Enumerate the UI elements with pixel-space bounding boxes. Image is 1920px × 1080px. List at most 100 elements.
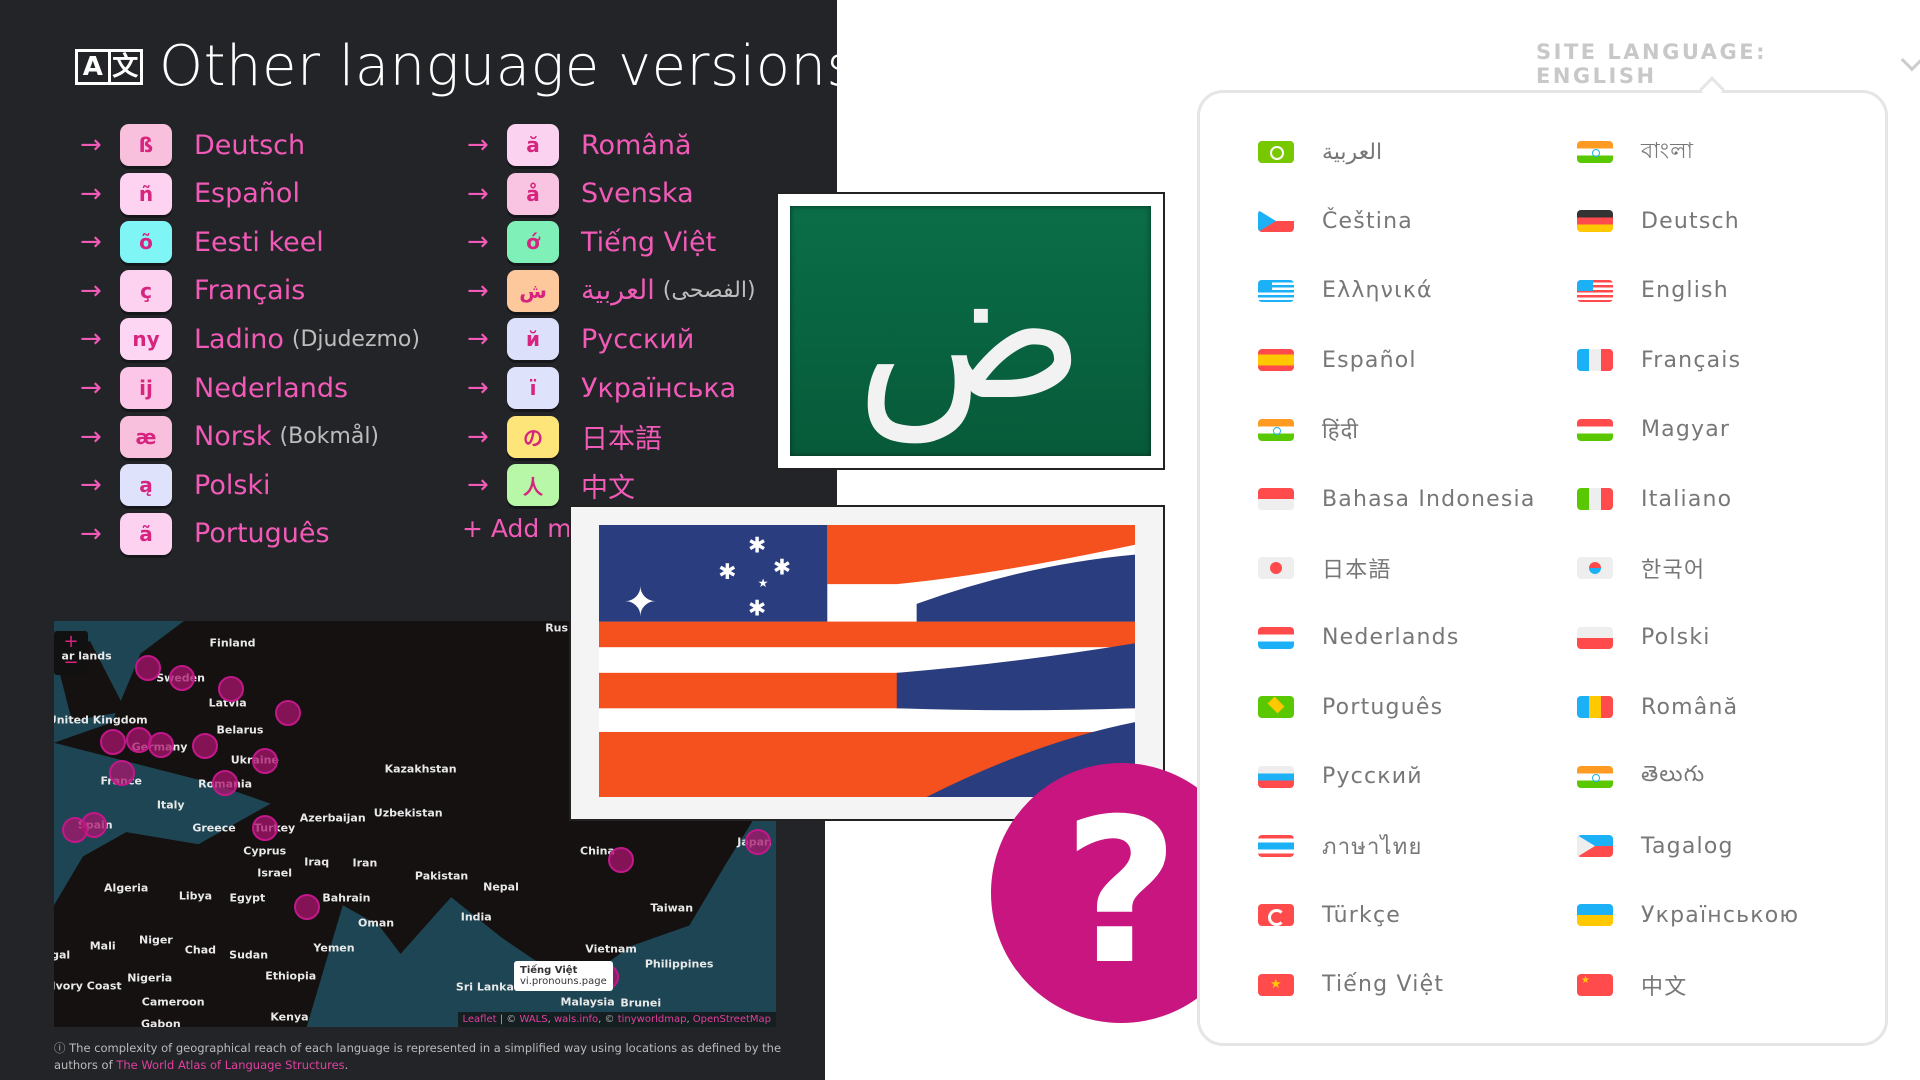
site-language-option[interactable]: Italiano [1577, 484, 1732, 514]
site-language-option[interactable]: 中文 [1577, 970, 1687, 1000]
language-location-marker[interactable] [109, 760, 136, 787]
site-language-name[interactable]: Українською [1641, 903, 1799, 928]
language-name[interactable]: Tiếng Việt [581, 227, 716, 258]
add-more-link[interactable]: + Add m [462, 514, 572, 543]
site-language-name[interactable]: 中文 [1641, 969, 1687, 1001]
language-link[interactable]: → õ Eesti keel [80, 220, 324, 264]
site-language-option[interactable]: Magyar [1577, 415, 1730, 445]
site-language-option[interactable]: 한국어 [1577, 553, 1705, 583]
site-language-selector[interactable]: SITE LANGUAGE: ENGLISH [1536, 40, 1920, 88]
language-location-marker[interactable] [293, 893, 320, 920]
site-language-option[interactable]: Türkçe [1258, 900, 1401, 930]
wals-info-link[interactable]: wals.info [554, 1014, 598, 1025]
language-link[interactable]: → å Svenska [467, 172, 694, 216]
site-language-option[interactable]: हिंदी [1258, 415, 1359, 445]
site-language-option[interactable]: العربية [1258, 137, 1382, 167]
language-location-marker[interactable] [168, 664, 195, 691]
language-name[interactable]: العربية [581, 275, 655, 306]
wals-link[interactable]: WALS [519, 1014, 547, 1025]
language-location-marker[interactable] [275, 699, 302, 726]
site-language-name[interactable]: Română [1641, 695, 1738, 720]
site-language-option[interactable]: Ελληνικά [1258, 276, 1433, 306]
language-name[interactable]: Română [581, 130, 692, 161]
language-name[interactable]: 中文 [581, 466, 635, 505]
site-language-option[interactable]: Tagalog [1577, 831, 1734, 861]
site-language-option[interactable]: English [1577, 276, 1729, 306]
site-language-name[interactable]: Polski [1641, 625, 1711, 650]
site-language-name[interactable]: తెలుగు [1641, 762, 1705, 792]
language-location-marker[interactable] [192, 732, 219, 759]
language-link[interactable]: → の日本語 [467, 415, 662, 459]
language-link[interactable]: → ą Polski [80, 463, 271, 507]
site-language-option[interactable]: Čeština [1258, 206, 1413, 236]
site-language-name[interactable]: বাংলা [1641, 134, 1694, 171]
site-language-name[interactable]: Türkçe [1322, 903, 1401, 928]
language-link[interactable]: → ã Português [80, 512, 330, 556]
language-link[interactable]: → й Русский [467, 317, 694, 361]
site-language-option[interactable]: Português [1258, 692, 1443, 722]
site-language-option[interactable]: Română [1577, 692, 1738, 722]
language-location-marker[interactable] [218, 676, 245, 702]
site-language-name[interactable]: 日本語 [1322, 552, 1392, 584]
site-language-name[interactable]: English [1641, 278, 1729, 303]
language-location-marker[interactable] [212, 770, 239, 797]
language-name[interactable]: Deutsch [194, 130, 305, 161]
language-link[interactable]: → ß Deutsch [80, 123, 305, 167]
language-link[interactable]: → ny Ladino (Djudezmo) [80, 317, 420, 361]
site-language-option[interactable]: Bahasa Indonesia [1258, 484, 1536, 514]
wals-atlas-link[interactable]: The World Atlas of Language Structures [116, 1058, 344, 1072]
language-name[interactable]: Nederlands [194, 373, 348, 404]
language-location-marker[interactable] [251, 747, 278, 774]
site-language-name[interactable]: Tagalog [1641, 834, 1734, 859]
language-name[interactable]: Українська [581, 373, 736, 404]
language-location-marker[interactable] [147, 731, 174, 758]
site-language-option[interactable]: Tiếng Việt [1258, 970, 1444, 1000]
language-name[interactable]: Ladino [194, 324, 284, 355]
tinyworldmap-link[interactable]: tinyworldmap [618, 1014, 687, 1025]
site-language-name[interactable]: Deutsch [1641, 209, 1740, 234]
site-language-option[interactable]: Українською [1577, 900, 1799, 930]
site-language-option[interactable]: Polski [1577, 623, 1711, 653]
site-language-name[interactable]: Português [1322, 695, 1443, 720]
site-language-name[interactable]: हिंदी [1322, 415, 1359, 445]
site-language-name[interactable]: ภาษาไทย [1322, 829, 1423, 864]
language-location-marker[interactable] [251, 814, 278, 841]
language-link[interactable]: → ї Українська [467, 366, 736, 410]
site-language-option[interactable]: తెలుగు [1577, 762, 1705, 792]
language-location-marker[interactable] [135, 654, 162, 681]
language-location-marker[interactable] [745, 829, 772, 856]
site-language-name[interactable]: Čeština [1322, 209, 1413, 234]
language-link[interactable]: → 人中文 [467, 463, 635, 507]
language-name[interactable]: Svenska [581, 178, 694, 209]
site-language-name[interactable]: Tiếng Việt [1322, 972, 1444, 997]
site-language-option[interactable]: 日本語 [1258, 553, 1392, 583]
site-language-name[interactable]: Magyar [1641, 417, 1730, 442]
language-location-marker[interactable] [62, 817, 89, 844]
language-name[interactable]: Русский [581, 324, 694, 355]
site-language-name[interactable]: Italiano [1641, 487, 1732, 512]
language-name[interactable]: Português [194, 518, 330, 549]
language-link[interactable]: → ñ Español [80, 172, 300, 216]
site-language-option[interactable]: Русский [1258, 762, 1423, 792]
osm-link[interactable]: OpenStreetMap [693, 1014, 771, 1025]
language-link[interactable]: → ش العربية (الفصحى) [467, 269, 756, 313]
site-language-name[interactable]: Bahasa Indonesia [1322, 487, 1536, 512]
language-name[interactable]: Norsk [194, 421, 272, 452]
site-language-name[interactable]: Ελληνικά [1322, 278, 1433, 303]
language-location-marker[interactable] [99, 729, 126, 756]
language-name[interactable]: Eesti keel [194, 227, 324, 258]
language-link[interactable]: → ç Français [80, 269, 305, 313]
language-name[interactable]: Français [194, 275, 305, 306]
language-name[interactable]: Español [194, 178, 300, 209]
site-language-option[interactable]: বাংলা [1577, 137, 1694, 167]
language-link[interactable]: → ij Nederlands [80, 366, 348, 410]
language-location-marker[interactable] [607, 846, 634, 873]
leaflet-link[interactable]: Leaflet [463, 1014, 497, 1025]
site-language-option[interactable]: Deutsch [1577, 206, 1740, 236]
site-language-name[interactable]: 한국어 [1641, 552, 1705, 584]
site-language-name[interactable]: Nederlands [1322, 625, 1460, 650]
site-language-option[interactable]: Français [1577, 345, 1741, 375]
site-language-option[interactable]: Español [1258, 345, 1417, 375]
site-language-name[interactable]: Français [1641, 348, 1741, 373]
language-link[interactable]: → ă Română [467, 123, 692, 167]
